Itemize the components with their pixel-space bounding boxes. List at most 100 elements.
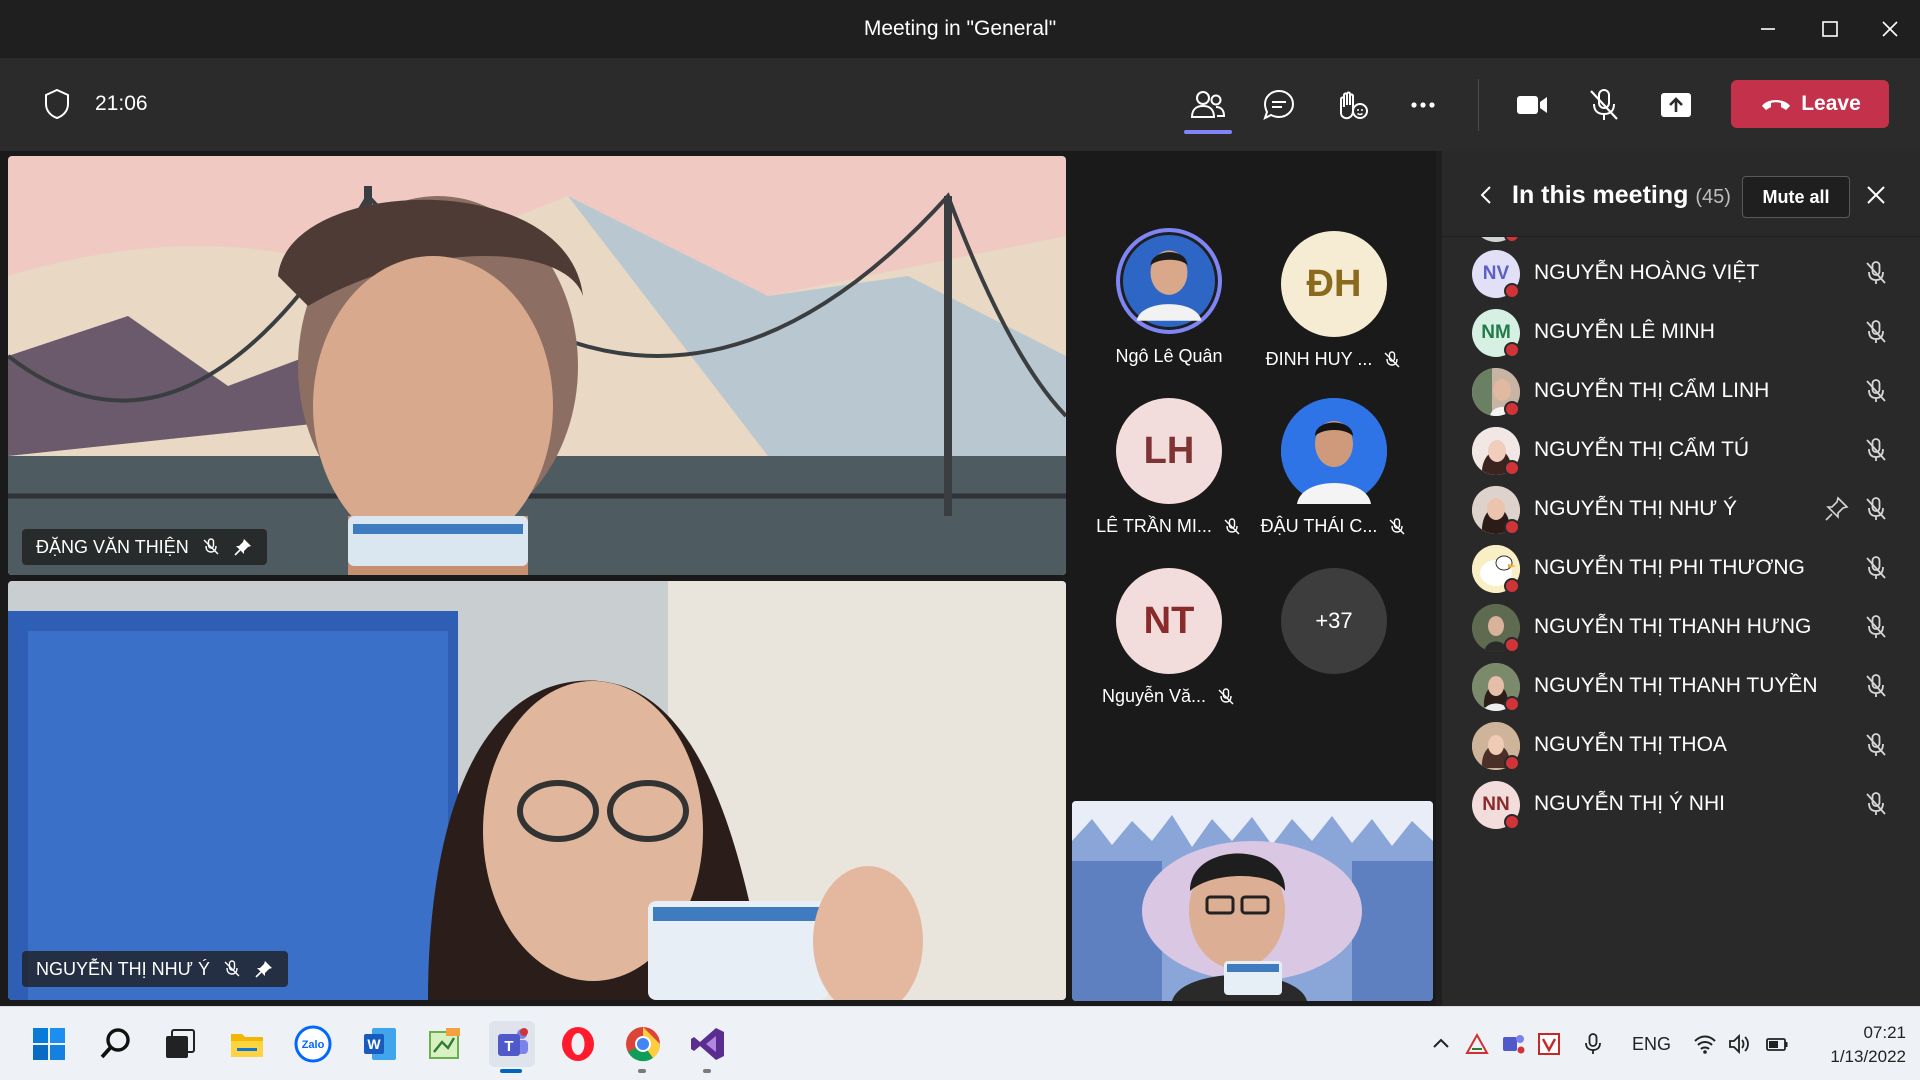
microphone-tray-icon[interactable] bbox=[1580, 1029, 1606, 1059]
list-item[interactable]: NN NGUYỄN THỊ Ý NHI bbox=[1442, 768, 1920, 840]
mic-off-icon[interactable] bbox=[1862, 436, 1890, 464]
shield-icon[interactable] bbox=[42, 87, 72, 121]
panel-header: In this meeting (45) Mute all bbox=[1442, 151, 1920, 237]
task-view-icon[interactable] bbox=[157, 1021, 203, 1067]
meeting-toolbar: 21:06 Leave bbox=[0, 59, 1920, 151]
video-feed-background bbox=[1072, 801, 1433, 1001]
people-icon[interactable] bbox=[1188, 85, 1228, 125]
more-icon[interactable] bbox=[1403, 85, 1443, 125]
avatar-initials: NT bbox=[1143, 599, 1195, 642]
video-name-pill: NGUYỄN THỊ NHƯ Ý bbox=[22, 951, 289, 987]
leave-label: Leave bbox=[1801, 92, 1861, 115]
mute-all-button[interactable]: Mute all bbox=[1742, 176, 1850, 218]
leave-button[interactable]: Leave bbox=[1731, 80, 1889, 128]
mic-off-icon[interactable] bbox=[1862, 790, 1890, 818]
svg-text:T: T bbox=[504, 1038, 513, 1055]
participants-list: NV NGUYỄN HOÀNG VIỆT NM NGUYỄN LÊ MINH N… bbox=[1442, 237, 1920, 1006]
mic-off-icon[interactable] bbox=[1584, 85, 1624, 125]
panel-title-text: In this meeting bbox=[1512, 181, 1689, 209]
active-app-indicator bbox=[500, 1069, 522, 1073]
running-app-indicator bbox=[703, 1069, 711, 1073]
participant-name: ĐINH HUY ... bbox=[1265, 349, 1373, 369]
share-icon[interactable] bbox=[1656, 85, 1696, 125]
avatar-initials: NV bbox=[1482, 263, 1510, 284]
participant-tile[interactable]: NT Nguyễn Vă... bbox=[1084, 568, 1254, 718]
zalo-logo-text: Zalo bbox=[302, 1039, 325, 1051]
mic-off-icon[interactable] bbox=[1862, 613, 1890, 641]
visual-studio-icon[interactable] bbox=[685, 1021, 731, 1073]
title-bar: Meeting in "General" bbox=[0, 0, 1920, 59]
overflow-tile[interactable]: +37 bbox=[1249, 568, 1419, 718]
participant-name: NGUYỄN THỊ THOA bbox=[1534, 733, 1727, 756]
chat-icon[interactable] bbox=[1259, 85, 1299, 125]
chevron-left-icon[interactable] bbox=[1476, 183, 1496, 207]
overflow-label: +37 bbox=[1315, 608, 1353, 633]
video-feed-background bbox=[8, 156, 1066, 575]
word-icon[interactable]: W bbox=[357, 1021, 403, 1067]
mic-off-icon[interactable] bbox=[1862, 259, 1890, 287]
maximize-icon[interactable] bbox=[1810, 12, 1850, 46]
participant-name: NGUYỄN HOÀNG VIỆT bbox=[1534, 261, 1760, 284]
participant-name: NGUYỄN THỊ CẨM TÚ bbox=[1534, 438, 1750, 461]
volume-icon[interactable] bbox=[1726, 1029, 1752, 1059]
mic-off-icon bbox=[203, 538, 219, 555]
teams-icon[interactable]: T bbox=[489, 1021, 535, 1073]
minimize-icon[interactable] bbox=[1748, 12, 1788, 46]
close-icon[interactable] bbox=[1864, 183, 1888, 207]
file-explorer-icon[interactable] bbox=[224, 1021, 270, 1067]
mic-off-icon bbox=[1224, 517, 1240, 534]
pin-icon[interactable] bbox=[254, 959, 274, 979]
input-language-indicator[interactable]: ENG bbox=[1632, 1029, 1671, 1059]
chrome-icon[interactable] bbox=[620, 1021, 666, 1073]
mic-off-icon[interactable] bbox=[1862, 495, 1890, 523]
tile-label: Ngô Lê Quân bbox=[1084, 346, 1254, 367]
zalo-icon[interactable]: Zalo bbox=[290, 1021, 336, 1067]
participant-name: NGUYỄN THỊ CẨM LINH bbox=[1534, 379, 1770, 402]
pin-icon[interactable] bbox=[233, 537, 253, 557]
mic-off-icon bbox=[1218, 687, 1234, 704]
close-icon[interactable] bbox=[1870, 12, 1910, 46]
battery-icon[interactable] bbox=[1764, 1029, 1790, 1059]
participant-name: Nguyễn Vă... bbox=[1101, 686, 1207, 706]
mic-off-icon bbox=[224, 960, 240, 977]
video-feed-2[interactable]: NGUYỄN THỊ NHƯ Ý bbox=[8, 581, 1066, 1000]
opera-icon[interactable] bbox=[555, 1021, 601, 1067]
adobe-tray-icon[interactable] bbox=[1464, 1029, 1490, 1059]
toolbar-separator bbox=[1478, 79, 1479, 131]
avatar-initials: LH bbox=[1143, 429, 1195, 472]
mic-off-icon[interactable] bbox=[1862, 377, 1890, 405]
participant-tile[interactable]: ĐẬU THÁI C... bbox=[1249, 398, 1419, 548]
participant-name: NGUYỄN THỊ Ý NHI bbox=[1534, 792, 1725, 815]
wifi-icon[interactable] bbox=[1692, 1029, 1718, 1059]
mic-off-icon[interactable] bbox=[1862, 318, 1890, 346]
mic-off-icon[interactable] bbox=[1862, 554, 1890, 582]
avatar: ĐH bbox=[1281, 231, 1387, 337]
paint-icon[interactable] bbox=[421, 1021, 467, 1067]
camera-icon[interactable] bbox=[1512, 85, 1552, 125]
mic-off-icon bbox=[1384, 350, 1400, 367]
tray-overflow-icon[interactable] bbox=[1428, 1029, 1454, 1059]
antivirus-tray-icon[interactable] bbox=[1536, 1029, 1562, 1059]
pin-icon[interactable] bbox=[1822, 495, 1850, 523]
participant-name: NGUYỄN THỊ PHI THƯƠNG bbox=[1534, 556, 1805, 579]
avatar-initials: NM bbox=[1481, 322, 1511, 343]
participant-name: ĐẬU THÁI C... bbox=[1260, 516, 1378, 536]
reactions-icon[interactable] bbox=[1331, 85, 1371, 125]
tile-label: ĐẬU THÁI C... bbox=[1249, 516, 1419, 537]
participant-tile[interactable]: Ngô Lê Quân bbox=[1084, 228, 1254, 378]
mic-off-icon[interactable] bbox=[1862, 731, 1890, 759]
participant-tile[interactable]: LH LÊ TRẦN MI... bbox=[1084, 398, 1254, 548]
video-feed-1[interactable]: ĐẶNG VĂN THIỆN bbox=[8, 156, 1066, 575]
overflow-count[interactable]: +37 bbox=[1281, 568, 1387, 674]
taskbar-clock[interactable]: 07:21 1/13/2022 bbox=[1806, 1021, 1906, 1069]
windows-taskbar: Zalo W T ENG 07:21 1/13/2022 bbox=[0, 1006, 1920, 1080]
search-icon[interactable] bbox=[93, 1021, 139, 1067]
word-logo-text: W bbox=[367, 1036, 381, 1052]
participant-tile[interactable]: ĐH ĐINH HUY ... bbox=[1249, 231, 1419, 381]
avatar bbox=[1116, 228, 1222, 334]
self-video-feed[interactable] bbox=[1072, 801, 1433, 1001]
mic-off-icon[interactable] bbox=[1862, 672, 1890, 700]
teams-tray-icon[interactable] bbox=[1500, 1029, 1526, 1059]
start-icon[interactable] bbox=[26, 1021, 72, 1067]
panel-title: In this meeting (45) bbox=[1512, 181, 1731, 210]
